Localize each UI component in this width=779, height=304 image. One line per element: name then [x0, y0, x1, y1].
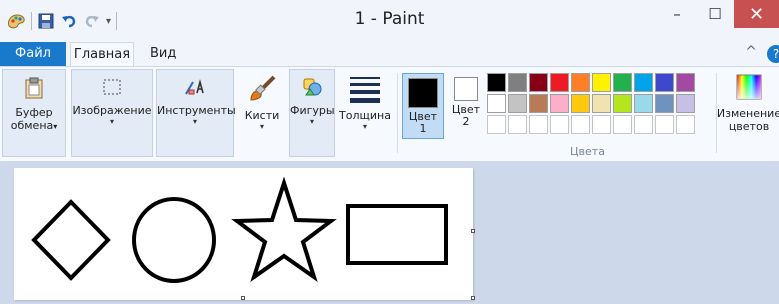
tools-button[interactable]: Инструменты ▾	[157, 76, 236, 126]
color2-swatch	[454, 77, 478, 101]
ribbon-tabs: Файл Главная Вид ^ ?	[0, 42, 779, 67]
shapes-group: Фигуры ▾	[289, 69, 335, 157]
select-icon	[72, 76, 152, 98]
ribbon-divider	[397, 73, 398, 153]
palette-empty-slot[interactable]	[634, 115, 653, 134]
tools-label: Инструменты	[157, 104, 236, 117]
palette-color-swatch[interactable]	[508, 94, 527, 113]
palette-color-swatch[interactable]	[676, 73, 695, 92]
palette-empty-slot[interactable]	[613, 115, 632, 134]
thickness-button[interactable]: Толщина ▾	[338, 75, 392, 131]
shapes-label: Фигуры	[290, 104, 335, 117]
minimize-button[interactable]: –	[658, 0, 696, 28]
ribbon: Буфер обмена▾ Изображение ▾ Инструменты …	[0, 66, 779, 162]
color-palette	[487, 73, 716, 134]
palette-empty-slot[interactable]	[655, 115, 674, 134]
colors-group-label: Цвета	[570, 145, 605, 158]
line-thickness-icon	[338, 75, 392, 103]
brushes-button[interactable]: Кисти ▾	[240, 75, 284, 131]
palette-color-swatch[interactable]	[655, 94, 674, 113]
clipboard-label-2: обмена▾	[10, 119, 58, 132]
edit-colors-label-2: цветов	[728, 120, 770, 133]
palette-color-swatch[interactable]	[529, 94, 548, 113]
palette-empty-slot[interactable]	[529, 115, 548, 134]
resize-handle-bottom[interactable]	[241, 296, 245, 300]
image-button[interactable]: Изображение ▾	[72, 76, 152, 126]
palette-empty-slot[interactable]	[571, 115, 590, 134]
palette-color-swatch[interactable]	[529, 73, 548, 92]
resize-handle-right[interactable]	[471, 229, 475, 233]
palette-color-swatch[interactable]	[487, 94, 506, 113]
brushes-label: Кисти	[244, 109, 280, 122]
edit-colors-icon	[714, 73, 779, 101]
clipboard-button[interactable]: Буфер обмена▾	[3, 76, 65, 133]
image-dropdown-arrow: ▾	[109, 117, 114, 126]
shapes-button[interactable]: Фигуры ▾	[290, 76, 335, 126]
clipboard-icon	[3, 76, 65, 100]
resize-handle-corner[interactable]	[471, 296, 475, 300]
tools-icon	[157, 76, 233, 98]
palette-empty-slot[interactable]	[550, 115, 569, 134]
drawing-canvas[interactable]	[14, 168, 473, 300]
color1-button[interactable]: Цвет 1	[402, 73, 444, 139]
shapes-dropdown-arrow: ▾	[309, 117, 314, 126]
tools-dropdown-arrow: ▾	[192, 117, 197, 126]
palette-color-swatch[interactable]	[613, 73, 632, 92]
palette-color-swatch[interactable]	[613, 94, 632, 113]
tab-view[interactable]: Вид	[150, 42, 176, 66]
thickness-label: Толщина	[339, 109, 391, 122]
palette-color-swatch[interactable]	[676, 94, 695, 113]
brush-icon	[240, 75, 284, 103]
palette-empty-slot[interactable]	[592, 115, 611, 134]
palette-color-swatch[interactable]	[634, 94, 653, 113]
help-icon[interactable]: ?	[767, 45, 779, 63]
palette-color-swatch[interactable]	[655, 73, 674, 92]
brushes-dropdown-arrow: ▾	[259, 122, 264, 131]
star-shape	[231, 176, 337, 283]
clipboard-label-1: Буфер	[15, 106, 53, 119]
palette-empty-slot[interactable]	[676, 115, 695, 134]
palette-color-swatch[interactable]	[550, 94, 569, 113]
clipboard-group: Буфер обмена▾	[2, 69, 66, 157]
image-group: Изображение ▾	[71, 69, 153, 157]
palette-color-swatch[interactable]	[571, 73, 590, 92]
thickness-dropdown-arrow: ▾	[362, 122, 367, 131]
palette-color-swatch[interactable]	[487, 73, 506, 92]
maximize-button[interactable]: ☐	[696, 0, 734, 28]
edit-colors-button[interactable]: Изменение цветов	[714, 73, 779, 133]
title-bar: ▾ 1 - Paint – ☐ ✕	[0, 0, 779, 42]
collapse-ribbon-icon[interactable]: ^	[745, 44, 757, 60]
shapes-icon	[290, 76, 334, 98]
color1-label-2: 1	[419, 122, 427, 135]
image-label: Изображение	[72, 104, 152, 117]
tab-home[interactable]: Главная	[70, 42, 134, 67]
rectangle-shape	[346, 204, 448, 265]
tools-group: Инструменты ▾	[156, 69, 236, 157]
tab-file[interactable]: Файл	[0, 42, 66, 66]
window-controls: – ☐ ✕	[658, 0, 779, 28]
palette-color-swatch[interactable]	[592, 73, 611, 92]
edit-colors-label-1: Изменение	[716, 107, 779, 120]
color2-button[interactable]: Цвет 2	[448, 73, 484, 143]
color2-label-2: 2	[462, 115, 470, 128]
color1-swatch	[408, 78, 438, 108]
palette-color-swatch[interactable]	[634, 73, 653, 92]
close-button[interactable]: ✕	[734, 0, 779, 28]
circle-shape	[132, 197, 216, 283]
palette-color-swatch[interactable]	[508, 73, 527, 92]
palette-color-swatch[interactable]	[592, 94, 611, 113]
palette-empty-slot[interactable]	[508, 115, 527, 134]
palette-empty-slot[interactable]	[487, 115, 506, 134]
diamond-shape	[31, 199, 111, 281]
canvas-drawing	[31, 176, 448, 283]
palette-color-swatch[interactable]	[550, 73, 569, 92]
palette-color-swatch[interactable]	[571, 94, 590, 113]
